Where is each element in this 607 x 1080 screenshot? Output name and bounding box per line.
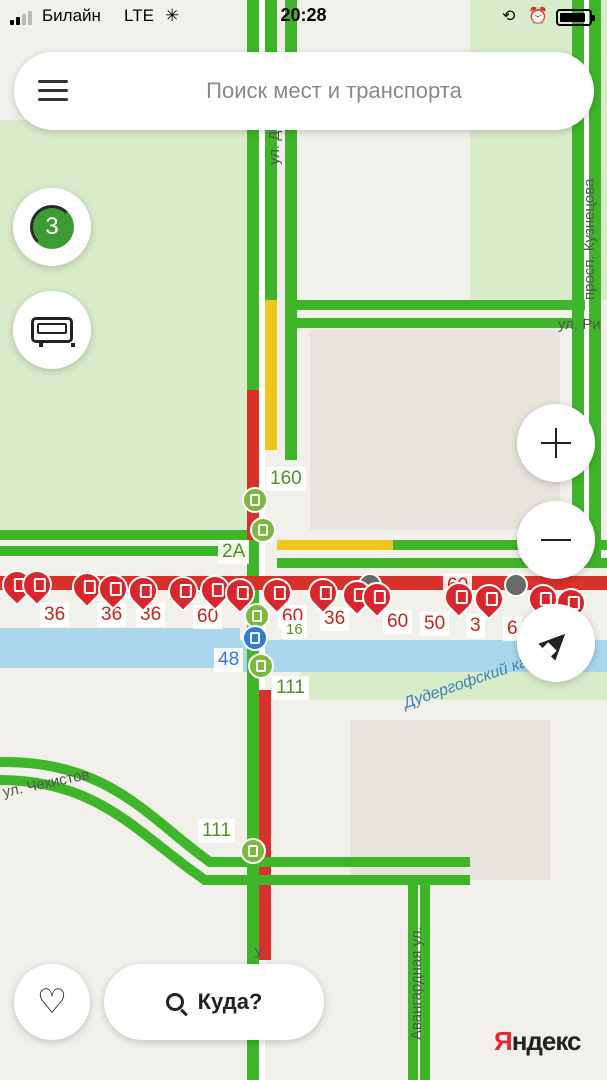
- search-icon: [165, 993, 184, 1011]
- traffic-icon: 3: [30, 205, 74, 249]
- route-label: 160: [266, 467, 306, 491]
- favorites-button[interactable]: ♡: [14, 964, 90, 1040]
- stop-marker[interactable]: [504, 573, 528, 597]
- street-label: ул. Ри: [558, 316, 601, 333]
- road-traffic: [265, 300, 277, 450]
- bus-stop[interactable]: [250, 517, 276, 543]
- curved-road: [0, 756, 470, 885]
- route-label: 16: [282, 620, 307, 639]
- orientation-lock-icon: ⟲: [502, 8, 516, 25]
- alarm-icon: ⏰: [528, 8, 548, 25]
- canal-water: [0, 628, 240, 668]
- status-bar: Билайн LTE ✳ 20:28 ⟲ ⏰: [0, 0, 607, 34]
- menu-icon[interactable]: [38, 80, 68, 102]
- road-traffic: [0, 530, 247, 540]
- plus-icon: [541, 428, 571, 458]
- road-traffic: [0, 546, 247, 556]
- bus-stop[interactable]: [242, 487, 268, 513]
- battery-icon: [556, 9, 595, 26]
- street-label: У: [254, 945, 264, 962]
- zoom-out-button[interactable]: [517, 501, 595, 579]
- route-label: 3: [466, 614, 485, 638]
- route-button[interactable]: Куда?: [104, 964, 324, 1040]
- route-label: 50: [420, 612, 450, 636]
- street-label: Авангардная ул.: [408, 926, 425, 1040]
- zoom-in-button[interactable]: [517, 404, 595, 482]
- tram-stop[interactable]: [242, 625, 268, 651]
- map[interactable]: ул. Добле ул. Ри просп. Кузнецова ул. Че…: [0, 0, 607, 1080]
- status-time: 20:28: [280, 5, 327, 25]
- bus-stop[interactable]: [248, 653, 274, 679]
- location-arrow-icon: [538, 625, 574, 661]
- bus-icon: [31, 317, 75, 347]
- search-input[interactable]: Поиск мест и транспорта: [94, 78, 574, 104]
- route-label: 2А: [218, 540, 250, 564]
- search-bar[interactable]: Поиск мест и транспорта: [14, 52, 594, 130]
- route-label: 111: [272, 676, 309, 700]
- route-label: 60: [193, 605, 223, 629]
- route-label: 48: [214, 648, 244, 672]
- yandex-logo: Яндекс: [494, 1026, 581, 1056]
- road-traffic: [277, 540, 393, 550]
- road-traffic: [285, 318, 585, 328]
- road-traffic: [285, 300, 585, 310]
- street-label: просп. Кузнецова: [581, 178, 598, 300]
- route-label: 111: [198, 819, 235, 843]
- bus-stop[interactable]: [240, 838, 266, 864]
- route-label: 60: [383, 610, 413, 634]
- traffic-button[interactable]: 3: [13, 188, 91, 266]
- transport-button[interactable]: [13, 291, 91, 369]
- route-button-label: Куда?: [197, 989, 263, 1014]
- locate-button[interactable]: [517, 604, 595, 682]
- heart-icon: ♡: [36, 983, 68, 1021]
- battery-level: [560, 13, 585, 22]
- minus-icon: [541, 525, 571, 555]
- route-label: 36: [40, 603, 70, 627]
